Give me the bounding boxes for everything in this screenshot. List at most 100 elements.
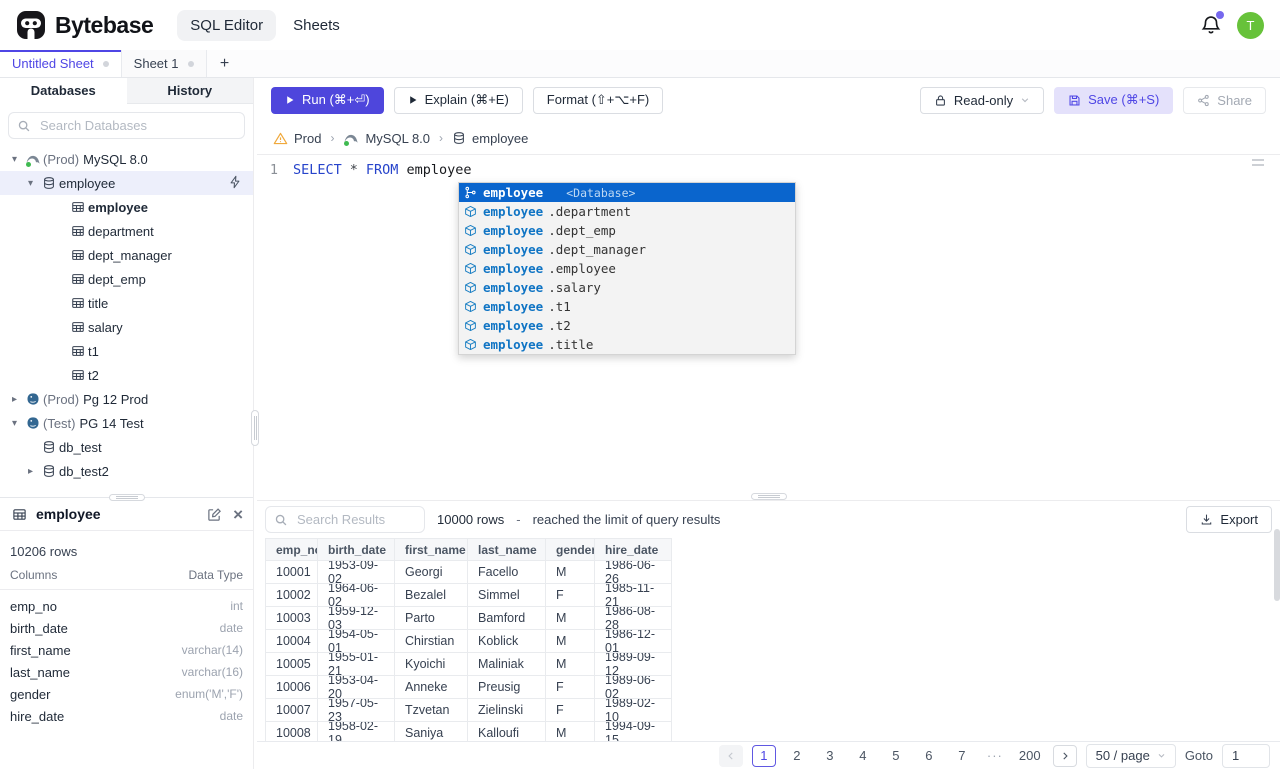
page-button-1[interactable]: 1 — [751, 744, 776, 767]
schema-panel-title: employee — [36, 506, 101, 522]
chevron-down-icon[interactable]: ▾ — [7, 154, 22, 165]
results-scrollbar[interactable] — [1274, 529, 1280, 601]
table-row[interactable]: 10006 1953-04-20 Anneke Preusig F 1989-06-02 — [265, 676, 1272, 699]
sidebar-tab-databases[interactable]: Databases — [0, 78, 127, 104]
tree-item-pg-14-test[interactable]: ▾ (Test) PG 14 Test — [0, 411, 253, 435]
run-button[interactable]: Run (⌘+⏎) — [271, 86, 384, 114]
explain-button[interactable]: Explain (⌘+E) — [393, 86, 523, 114]
tree-item-salary[interactable]: salary — [0, 315, 253, 339]
readonly-mode-select[interactable]: Read-only — [919, 86, 1045, 114]
table-row[interactable]: 10007 1957-05-23 Tzvetan Zielinski F 1989-02-… — [265, 699, 1272, 722]
table-row[interactable]: 10004 1954-05-01 Chirstian Koblick M 1986-12-… — [265, 630, 1272, 653]
page-button-6[interactable]: 6 — [917, 745, 941, 767]
column-header-gender[interactable]: gender — [546, 538, 595, 561]
column-header-last-name[interactable]: last_name — [468, 538, 546, 561]
column-header-birth-date[interactable]: birth_date — [318, 538, 395, 561]
page-button-7[interactable]: 7 — [950, 745, 974, 767]
chevron-down-icon[interactable]: ▾ — [23, 178, 38, 189]
tab-untitled-sheet[interactable]: Untitled Sheet — [0, 50, 122, 77]
tree-item-pg-12-prod[interactable]: ▸ (Prod) Pg 12 Prod — [0, 387, 253, 411]
autocomplete-item[interactable]: employee .t2 — [459, 316, 795, 335]
tree-item-department[interactable]: department — [0, 219, 253, 243]
connect-bolt-icon[interactable] — [228, 175, 242, 189]
page-button-2[interactable]: 2 — [785, 745, 809, 767]
tree-item-db-test[interactable]: db_test — [0, 435, 253, 459]
chevron-down-icon[interactable]: ▾ — [7, 418, 22, 429]
format-button[interactable]: Format (⇧+⌥+F) — [532, 86, 664, 114]
next-page-button[interactable] — [1052, 744, 1077, 767]
sidebar-tab-history[interactable]: History — [126, 78, 253, 104]
page-button-4[interactable]: 4 — [851, 745, 875, 767]
autocomplete-item[interactable]: employee <Database> — [459, 183, 795, 202]
tree-item-dept-manager[interactable]: dept_manager — [0, 243, 253, 267]
cube-icon — [462, 300, 478, 313]
search-results-input[interactable] — [295, 511, 416, 528]
chevron-right-icon[interactable]: ▸ — [7, 394, 22, 405]
close-panel-icon[interactable]: × — [233, 506, 243, 523]
results-splitter[interactable] — [257, 493, 1280, 501]
chevron-down-icon — [1157, 751, 1166, 760]
edit-table-icon[interactable] — [207, 507, 222, 522]
page-button-200[interactable]: 200 — [1016, 745, 1044, 767]
tree-item-mysql-8-0[interactable]: ▾ (Prod) MySQL 8.0 — [0, 147, 253, 171]
save-button[interactable]: Save (⌘+S) — [1054, 86, 1174, 114]
database-crumb[interactable]: employee — [452, 131, 528, 146]
column-header-first-name[interactable]: first_name — [395, 538, 468, 561]
autocomplete-item[interactable]: employee .employee — [459, 259, 795, 278]
sql-editor[interactable]: 1 SELECT * FROM employee employee <Databa… — [257, 155, 1280, 493]
nav-sql-editor[interactable]: SQL Editor — [177, 9, 277, 41]
chevron-right-icon[interactable]: ▸ — [23, 466, 38, 477]
tree-item-db-test2[interactable]: ▸ db_test2 — [0, 459, 253, 483]
column-header-hire-date[interactable]: hire_date — [595, 538, 672, 561]
autocomplete-item[interactable]: employee .t1 — [459, 297, 795, 316]
play-icon — [285, 95, 295, 105]
tree-item-t1[interactable]: t1 — [0, 339, 253, 363]
tree-item-employee[interactable]: ▾ employee — [0, 171, 253, 195]
tab-close-dot[interactable] — [187, 60, 194, 67]
autocomplete-item[interactable]: employee .dept_manager — [459, 240, 795, 259]
share-button[interactable]: Share — [1183, 86, 1266, 114]
autocomplete-item[interactable]: employee .title — [459, 335, 795, 354]
sidebar-resize-handle[interactable] — [251, 410, 259, 446]
goto-page-input[interactable] — [1222, 743, 1270, 768]
tab-sheet-1[interactable]: Sheet 1 — [121, 50, 207, 77]
table-row[interactable]: 10003 1959-12-03 Parto Bamford M 1986-08-28 — [265, 607, 1272, 630]
prev-page-button[interactable] — [718, 744, 743, 767]
column-header-emp-no[interactable]: emp_no — [265, 538, 318, 561]
table-row[interactable]: 10005 1955-01-21 Kyoichi Maliniak M 1989-09-1… — [265, 653, 1272, 676]
tree-item-dept-emp[interactable]: dept_emp — [0, 267, 253, 291]
export-button[interactable]: Export — [1186, 506, 1272, 533]
table-row[interactable]: 10002 1964-06-02 Bezalel Simmel F 1985-11-21 — [265, 584, 1272, 607]
tab-close-dot[interactable] — [102, 60, 109, 67]
search-databases-input[interactable] — [38, 117, 236, 134]
brand-title: Bytebase — [55, 11, 154, 38]
notification-bell-icon[interactable] — [1200, 11, 1224, 36]
page-button-5[interactable]: 5 — [884, 745, 908, 767]
autocomplete-item[interactable]: employee .salary — [459, 278, 795, 297]
autocomplete-item[interactable]: employee .dept_emp — [459, 221, 795, 240]
avatar[interactable]: T — [1237, 11, 1264, 39]
tree-item-t2[interactable]: t2 — [0, 363, 253, 387]
tree-item-title[interactable]: title — [0, 291, 253, 315]
table-row[interactable]: 10008 1958-02-19 Saniya Kalloufi M 1994-09-15 — [265, 722, 1272, 741]
page-size-select[interactable]: 50 / page — [1085, 743, 1176, 768]
suggestion-match: employee — [483, 299, 544, 314]
instance-crumb[interactable]: MySQL 8.0 — [343, 131, 430, 146]
tree-item-label: db_test2 — [59, 463, 109, 479]
tree-item-employee[interactable]: employee — [0, 195, 253, 219]
column-type: enum('M','F') — [175, 687, 243, 701]
mysql-icon — [22, 152, 43, 167]
columns-header: Columns — [10, 568, 58, 582]
main-nav: SQL Editor Sheets — [177, 9, 353, 41]
tree-item-label: salary — [88, 319, 123, 335]
cell-gender: M — [546, 722, 595, 741]
nav-sheets[interactable]: Sheets — [280, 10, 353, 41]
environment-crumb[interactable]: Prod — [273, 131, 321, 146]
add-sheet-button[interactable]: + — [207, 50, 243, 77]
results-resize-handle[interactable] — [750, 493, 787, 500]
table-row[interactable]: 10001 1953-09-02 Georgi Facello M 1986-06-26 — [265, 561, 1272, 584]
page-button-3[interactable]: 3 — [818, 745, 842, 767]
panel-resize-handle[interactable] — [108, 494, 145, 501]
autocomplete-item[interactable]: employee .department — [459, 202, 795, 221]
tree-item-label: PG 14 Test — [79, 415, 144, 431]
